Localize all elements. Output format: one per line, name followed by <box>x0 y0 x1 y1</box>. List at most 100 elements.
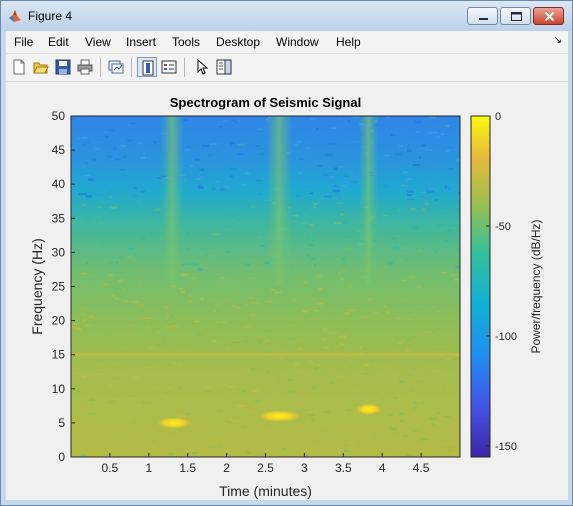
colorbar[interactable] <box>470 115 491 458</box>
noise-speck <box>396 270 402 272</box>
noise-speck <box>313 339 321 341</box>
noise-speck <box>415 120 422 124</box>
noise-speck <box>322 346 329 349</box>
noise-speck <box>227 166 232 169</box>
noise-speck <box>113 395 119 397</box>
noise-speck <box>335 193 341 196</box>
menu-edit[interactable]: Edit <box>48 35 69 49</box>
noise-speck <box>215 188 220 190</box>
noise-speck <box>433 243 439 246</box>
noise-speck <box>411 227 419 230</box>
noise-speck <box>359 346 362 349</box>
noise-speck <box>273 349 280 352</box>
noise-speck <box>436 136 440 138</box>
noise-speck <box>190 165 194 167</box>
noise-speck <box>114 377 122 379</box>
noise-speck <box>314 364 321 367</box>
menu-window[interactable]: Window <box>276 35 319 49</box>
noise-speck <box>227 421 231 423</box>
open-file-button[interactable] <box>31 57 51 77</box>
menu-tools[interactable]: Tools <box>172 35 200 49</box>
noise-speck <box>223 231 227 233</box>
noise-speck <box>232 340 240 344</box>
noise-speck <box>178 404 181 406</box>
noise-speck <box>380 398 384 400</box>
dock-arrow-icon[interactable]: ↘ <box>554 35 562 46</box>
noise-speck <box>95 375 99 377</box>
noise-speck <box>340 277 344 280</box>
noise-speck <box>313 203 318 205</box>
colorbar-tick-label: -150 <box>495 441 517 453</box>
noise-speck <box>436 387 443 388</box>
noise-speck <box>323 253 326 256</box>
noise-speck <box>268 374 275 376</box>
noise-speck <box>297 337 303 340</box>
noise-speck <box>144 366 153 368</box>
menu-view[interactable]: View <box>85 35 111 49</box>
noise-speck <box>445 124 450 128</box>
noise-speck <box>168 449 172 451</box>
noise-speck <box>80 312 86 316</box>
close-button[interactable] <box>533 7 564 25</box>
edit-plot-button[interactable] <box>192 57 212 77</box>
menu-insert[interactable]: Insert <box>126 35 156 49</box>
legend-button[interactable] <box>159 57 179 77</box>
noise-speck <box>340 258 346 261</box>
noise-speck <box>258 266 265 269</box>
noise-speck <box>178 346 180 348</box>
toolbar-separator <box>184 58 185 77</box>
colorbar-button[interactable] <box>137 57 157 77</box>
noise-speck <box>351 380 355 383</box>
noise-speck <box>83 174 91 177</box>
noise-speck <box>221 189 227 192</box>
noise-speck <box>303 395 307 397</box>
noise-speck <box>78 306 83 308</box>
noise-speck <box>204 360 207 363</box>
title-bar[interactable]: Figure 4 <box>1 1 572 31</box>
noise-speck <box>426 161 429 163</box>
link-plot-button[interactable] <box>106 57 126 77</box>
noise-speck <box>271 325 278 327</box>
noise-speck <box>293 299 296 302</box>
minimize-button[interactable] <box>467 7 498 25</box>
noise-speck <box>277 377 281 380</box>
noise-speck <box>345 231 354 234</box>
maximize-button[interactable] <box>500 7 531 25</box>
noise-speck <box>420 208 426 211</box>
noise-speck <box>404 422 410 424</box>
event-blob <box>257 410 301 423</box>
print-button[interactable] <box>75 57 95 77</box>
noise-speck <box>247 296 255 299</box>
menu-desktop[interactable]: Desktop <box>216 35 260 49</box>
noise-speck <box>333 331 342 334</box>
noise-speck <box>239 405 246 408</box>
noise-speck <box>199 327 202 329</box>
noise-speck <box>212 340 218 343</box>
noise-speck <box>254 399 262 402</box>
noise-speck <box>86 262 89 265</box>
colorbar-tick-label: 0 <box>495 111 501 123</box>
noise-speck <box>300 222 307 225</box>
menu-help[interactable]: Help <box>336 35 361 49</box>
noise-speck <box>430 429 435 431</box>
noise-speck <box>240 426 247 428</box>
menu-file[interactable]: File <box>14 35 33 49</box>
noise-speck <box>306 147 311 150</box>
noise-speck <box>301 310 309 313</box>
noise-speck <box>309 192 314 194</box>
noise-speck <box>308 362 314 364</box>
noise-speck <box>349 441 355 444</box>
noise-speck <box>458 191 460 194</box>
noise-speck <box>146 239 150 241</box>
noise-speck <box>230 145 236 148</box>
noise-speck <box>107 419 115 422</box>
noise-speck <box>319 433 322 436</box>
noise-speck <box>363 363 370 366</box>
noise-speck <box>128 333 136 335</box>
save-button[interactable] <box>53 57 73 77</box>
noise-speck <box>197 175 202 178</box>
property-editor-button[interactable] <box>214 57 234 77</box>
noise-speck <box>399 380 405 384</box>
new-figure-button[interactable] <box>9 57 29 77</box>
noise-speck <box>126 255 135 259</box>
